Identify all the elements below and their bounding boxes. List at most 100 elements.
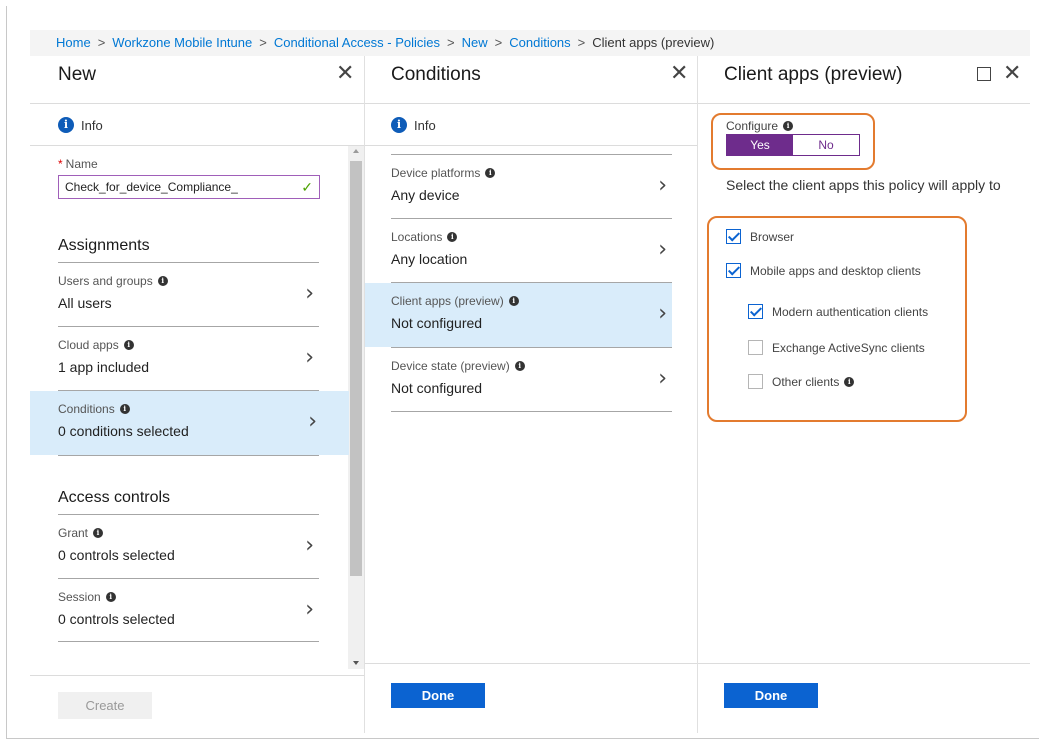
option-label: Modern authentication clients: [772, 304, 929, 319]
blade-title-new: New: [58, 64, 97, 85]
nav-users-and-groups[interactable]: Users and groups i All users ›: [58, 263, 319, 325]
nav-label-text: Grant: [58, 526, 89, 540]
nav-label: Users and groups i: [58, 274, 168, 288]
toggle-yes[interactable]: Yes: [727, 135, 793, 155]
toggle-no[interactable]: No: [793, 135, 859, 155]
info-icon[interactable]: i: [485, 168, 496, 178]
scrollbar[interactable]: [348, 146, 364, 669]
close-icon[interactable]: ✕: [670, 62, 688, 84]
configure-toggle[interactable]: Yes No: [726, 134, 860, 156]
info-icon: i: [58, 117, 74, 133]
nav-locations[interactable]: Locations i Any location ›: [391, 219, 672, 282]
option-label: Browser: [750, 229, 795, 244]
option-label: Other clients: [772, 374, 840, 389]
info-label: Info: [81, 117, 103, 133]
nav-conditions[interactable]: Conditions i 0 conditions selected ›: [30, 391, 349, 455]
divider: [365, 103, 697, 104]
nav-label: Client apps (preview) i: [391, 294, 519, 308]
breadcrumb-separator: >: [494, 35, 503, 50]
option-label: Mobile apps and desktop clients: [750, 263, 921, 278]
scroll-up-icon[interactable]: [353, 149, 359, 153]
nav-label: Cloud apps i: [58, 338, 134, 352]
nav-label-text: Cloud apps: [58, 338, 119, 352]
info-icon[interactable]: i: [508, 296, 519, 306]
nav-device-platforms[interactable]: Device platforms i Any device ›: [391, 155, 672, 218]
info-icon[interactable]: i: [157, 276, 168, 286]
chevron-right-icon: ›: [658, 301, 667, 326]
info-icon[interactable]: i: [119, 404, 130, 414]
nav-session[interactable]: Session i 0 controls selected ›: [58, 579, 319, 641]
option-mobile-desktop[interactable]: Mobile apps and desktop clients: [726, 263, 921, 278]
name-input[interactable]: Check_for_device_Compliance_ ✓: [58, 175, 320, 199]
checkbox-unchecked[interactable]: [748, 340, 763, 355]
checkmark-icon: ✓: [301, 179, 313, 195]
breadcrumb-separator: >: [259, 35, 267, 50]
nav-label: Device platforms i: [391, 166, 496, 180]
name-input-value: Check_for_device_Compliance_: [65, 180, 238, 194]
option-browser[interactable]: Browser: [726, 229, 794, 244]
create-button[interactable]: Create: [58, 692, 152, 719]
info-icon[interactable]: i: [844, 376, 855, 387]
divider: [30, 145, 364, 146]
close-icon[interactable]: ✕: [336, 62, 354, 84]
option-other-clients[interactable]: Other clients i: [748, 374, 855, 389]
name-label: * Name: [58, 157, 98, 171]
nav-client-apps[interactable]: Client apps (preview) i Not configured ›: [365, 283, 672, 347]
info-icon[interactable]: i: [105, 592, 116, 602]
nav-grant[interactable]: Grant i 0 controls selected ›: [58, 515, 319, 577]
info-icon[interactable]: i: [783, 121, 794, 131]
breadcrumb: Home > Workzone Mobile Intune > Conditional …: [30, 30, 1030, 56]
checkbox-checked[interactable]: [726, 229, 741, 244]
nav-value: 0 conditions selected: [58, 423, 189, 439]
checkbox-unchecked[interactable]: [748, 374, 763, 389]
info-icon[interactable]: i: [514, 361, 525, 371]
info-link[interactable]: i Info: [58, 117, 103, 133]
info-icon[interactable]: i: [123, 340, 134, 350]
close-icon[interactable]: ✕: [1003, 62, 1021, 84]
breadcrumb-new[interactable]: New: [462, 35, 488, 50]
checkbox-checked[interactable]: [748, 304, 763, 319]
nav-label-text: Client apps (preview): [391, 294, 504, 308]
chevron-right-icon: ›: [308, 409, 317, 434]
nav-label: Conditions i: [58, 402, 130, 416]
divider: [698, 103, 1030, 104]
scroll-down-icon[interactable]: [353, 661, 359, 665]
info-icon[interactable]: i: [93, 528, 104, 538]
option-modern-auth[interactable]: Modern authentication clients: [748, 304, 928, 319]
nav-cloud-apps[interactable]: Cloud apps i 1 app included ›: [58, 327, 319, 389]
blade-conditions: Conditions ✕ i Info Device platforms i An…: [365, 56, 698, 733]
nav-label: Locations i: [391, 230, 458, 244]
option-exchange-activesync[interactable]: Exchange ActiveSync clients: [748, 340, 925, 355]
nav-value: 0 controls selected: [58, 547, 175, 563]
divider: [365, 145, 697, 146]
info-icon[interactable]: i: [447, 232, 458, 242]
chevron-right-icon: ›: [658, 366, 667, 391]
checkbox-checked[interactable]: [726, 263, 741, 278]
blade-title-client-apps: Client apps (preview): [724, 64, 903, 85]
nav-value: Not configured: [391, 315, 483, 331]
nav-label: Session i: [58, 590, 116, 604]
nav-device-state[interactable]: Device state (preview) i Not configured ›: [391, 348, 672, 411]
configure-label-text: Configure: [726, 119, 779, 133]
divider: [365, 663, 697, 664]
client-apps-description: Select the client apps this policy will …: [726, 177, 1001, 193]
chevron-right-icon: ›: [658, 237, 667, 262]
breadcrumb-conditions[interactable]: Conditions: [509, 35, 570, 50]
chevron-right-icon: ›: [658, 173, 667, 198]
nav-label-text: Conditions: [58, 402, 115, 416]
breadcrumb-policies[interactable]: Conditional Access - Policies: [274, 35, 440, 50]
scrollbar-thumb[interactable]: [350, 161, 362, 576]
nav-label-text: Device platforms: [391, 166, 481, 180]
info-label: Info: [414, 117, 436, 133]
nav-value: Any location: [391, 251, 468, 267]
divider: [391, 411, 672, 412]
breadcrumb-workzone[interactable]: Workzone Mobile Intune: [112, 35, 252, 50]
info-link[interactable]: i Info: [391, 117, 436, 133]
name-label-text: Name: [65, 157, 98, 171]
chevron-right-icon: ›: [305, 281, 314, 306]
nav-value: 1 app included: [58, 359, 150, 375]
done-button[interactable]: Done: [391, 683, 485, 708]
breadcrumb-home[interactable]: Home: [56, 35, 91, 50]
maximize-icon[interactable]: [977, 67, 991, 81]
done-button[interactable]: Done: [724, 683, 818, 708]
